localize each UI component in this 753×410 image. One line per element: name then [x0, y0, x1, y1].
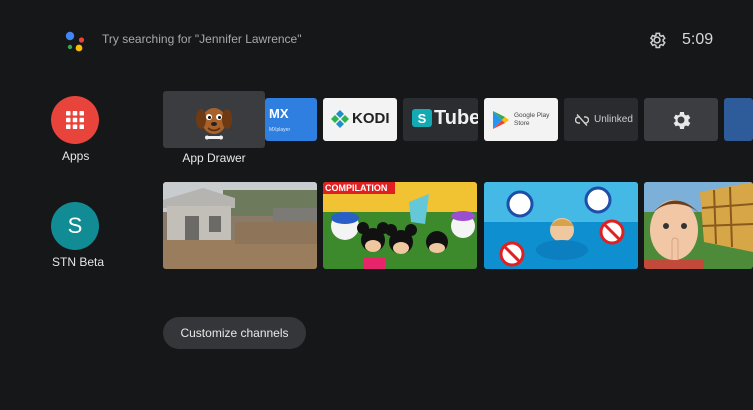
- unlinked-tile[interactable]: Unlinked: [564, 98, 638, 141]
- settings-tile[interactable]: [644, 98, 718, 141]
- video-thumbnail-shush[interactable]: [644, 182, 753, 269]
- dog-icon: [196, 108, 232, 140]
- play-store-icon: [493, 111, 509, 129]
- apps-grid-icon: [66, 111, 84, 129]
- search-hint[interactable]: Try searching for "Jennifer Lawrence": [102, 32, 302, 46]
- mx-player-tile[interactable]: MX MXplayer: [265, 98, 317, 141]
- compilation-label: COMPILATION: [325, 183, 388, 193]
- flood-scene-image: [163, 182, 317, 269]
- kodi-tile[interactable]: KODI: [323, 98, 397, 141]
- play-store-text-line2: Store: [514, 120, 530, 127]
- stube-tile[interactable]: S Tube: [403, 98, 478, 141]
- mx-player-subtext: MXplayer: [269, 127, 291, 133]
- stube-badge: S: [412, 109, 432, 127]
- video-thumbnail-flood[interactable]: [163, 182, 317, 269]
- cartoon-compilation-image: [323, 182, 477, 269]
- app-drawer-label: App Drawer: [182, 151, 246, 165]
- boy-shush-image: [644, 182, 753, 269]
- google-play-store-tile[interactable]: Google Play Store: [484, 98, 558, 141]
- pool-signs-image: [484, 182, 638, 269]
- stn-channel-button[interactable]: S: [51, 202, 99, 250]
- video-thumbnail-pool[interactable]: [484, 182, 638, 269]
- apps-label: Apps: [62, 149, 90, 163]
- stube-text: Tube: [434, 107, 478, 129]
- app-drawer-tile[interactable]: [163, 91, 265, 148]
- play-store-text-line1: Google Play: [514, 112, 550, 119]
- kodi-text: KODI: [352, 110, 390, 127]
- clock: 5:09: [682, 31, 714, 48]
- google-assistant-icon[interactable]: [62, 28, 88, 54]
- next-app-tile[interactable]: [724, 98, 753, 141]
- stn-channel-label: STN Beta: [52, 255, 105, 269]
- mx-player-text: MX: [269, 106, 289, 121]
- unlink-icon: [575, 114, 589, 126]
- settings-icon[interactable]: [647, 30, 667, 50]
- video-thumbnail-compilation[interactable]: COMPILATION: [323, 182, 477, 269]
- settings-gear-icon: [673, 112, 691, 129]
- unlinked-text: Unlinked: [594, 114, 633, 125]
- stn-channel-letter: S: [67, 213, 83, 238]
- kodi-logo-icon: [331, 110, 349, 128]
- customize-channels-button[interactable]: Customize channels: [163, 317, 306, 349]
- apps-button[interactable]: [51, 96, 99, 144]
